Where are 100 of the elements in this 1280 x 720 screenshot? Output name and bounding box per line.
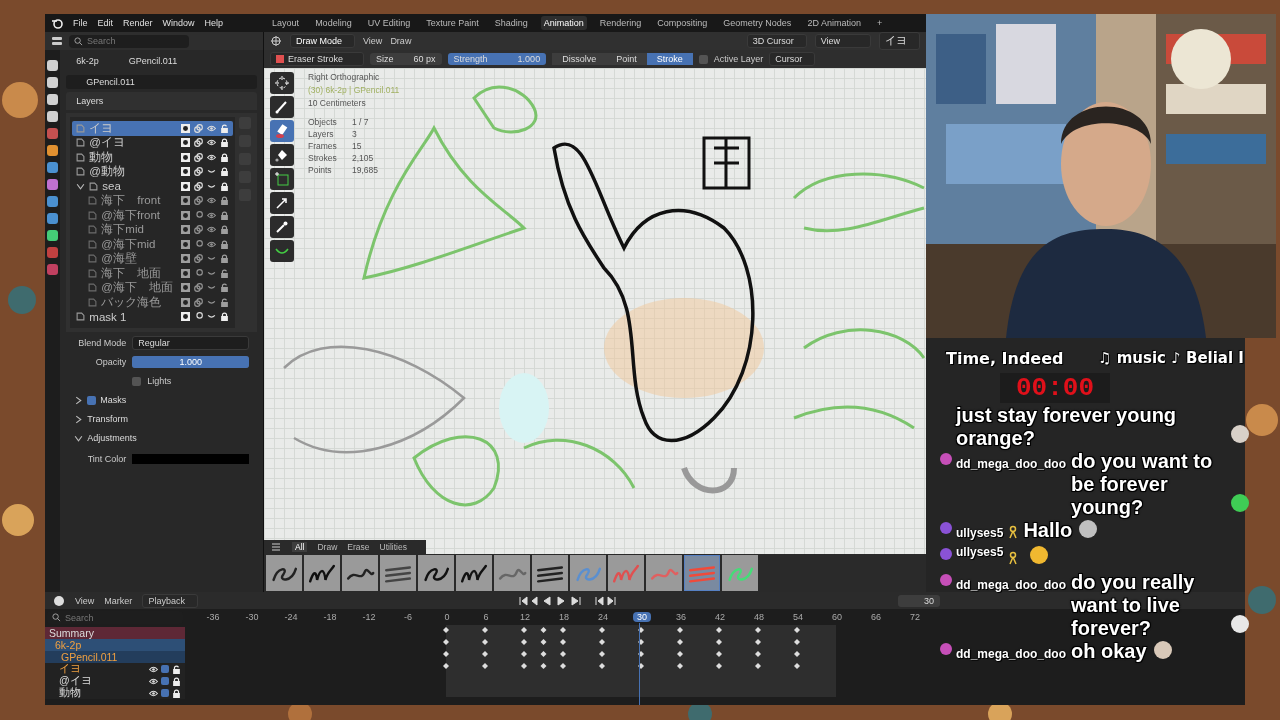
unlock-icon[interactable]: [220, 283, 229, 293]
username[interactable]: ullyses5: [956, 526, 1004, 540]
lock-icon[interactable]: [172, 676, 181, 686]
mask-icon[interactable]: [181, 152, 190, 162]
view-dropdown[interactable]: View: [814, 34, 871, 48]
brush-dropdown[interactable]: Eraser Stroke: [270, 52, 365, 66]
section-header[interactable]: Transform: [87, 414, 128, 424]
lock-icon[interactable]: [220, 167, 229, 177]
expand-icon[interactable]: [74, 395, 84, 405]
brush-thumbnail[interactable]: [608, 555, 644, 591]
shelf-tab[interactable]: Draw: [317, 542, 338, 552]
channel-row[interactable]: イヨ: [45, 663, 185, 675]
channel-row[interactable]: Summary: [45, 627, 185, 639]
mode-toggle[interactable]: Dissolve: [552, 53, 607, 65]
box-tool-icon[interactable]: [270, 168, 294, 190]
mode-toggle[interactable]: Point: [606, 53, 647, 65]
editor-type-icon[interactable]: [51, 35, 63, 47]
lock-icon[interactable]: [220, 181, 229, 191]
brush-thumbnail[interactable]: [380, 555, 416, 591]
checkbox[interactable]: [161, 677, 169, 685]
checkbox[interactable]: [132, 376, 142, 386]
properties-tab-icon[interactable]: [47, 111, 59, 122]
layer-row[interactable]: @イヨ: [72, 135, 233, 150]
menu-icon[interactable]: [270, 541, 282, 553]
eye-icon[interactable]: [207, 196, 216, 206]
mask-icon[interactable]: [181, 138, 190, 148]
onion-skin-icon[interactable]: [194, 225, 203, 235]
menu-item[interactable]: View: [75, 595, 95, 606]
transform-tool-icon[interactable]: [270, 192, 294, 214]
expand-icon[interactable]: [76, 181, 86, 191]
onion-skin-icon[interactable]: [194, 268, 203, 278]
menu-item[interactable]: Marker: [104, 595, 133, 606]
eye-icon[interactable]: [207, 225, 216, 235]
lock-icon[interactable]: [220, 312, 229, 322]
add-workspace-button[interactable]: +: [873, 16, 886, 30]
color-field[interactable]: [132, 454, 249, 464]
playback-dropdown[interactable]: Playback: [142, 593, 198, 608]
workspace-tab[interactable]: 2D Animation: [804, 16, 864, 30]
menu-item[interactable]: Window: [162, 18, 195, 28]
workspace-tab[interactable]: Shading: [491, 16, 531, 30]
brush-thumbnail[interactable]: [684, 555, 720, 591]
eye-icon[interactable]: [149, 676, 158, 686]
onion-skin-icon[interactable]: [194, 312, 203, 322]
strength-field[interactable]: Strength 1.000: [447, 53, 547, 65]
username[interactable]: ullyses5: [956, 545, 1004, 559]
section-header[interactable]: Masks: [100, 395, 127, 405]
onion-skin-icon[interactable]: [194, 196, 203, 206]
workspace-tab[interactable]: Layout: [269, 16, 303, 30]
workspace-tab[interactable]: Geometry Nodes: [720, 16, 795, 30]
mask-icon[interactable]: [181, 196, 190, 206]
mask-icon[interactable]: [181, 123, 190, 133]
layer-row[interactable]: @海下 地面: [72, 280, 233, 295]
checkbox[interactable]: [161, 689, 169, 697]
layer-row[interactable]: 海下mid: [72, 222, 233, 237]
properties-tab-icon[interactable]: [47, 162, 59, 173]
onion-skin-icon[interactable]: [194, 167, 203, 177]
unlock-icon[interactable]: [220, 268, 229, 278]
layer-row[interactable]: sea: [72, 179, 233, 194]
channel-row[interactable]: 6k-2p: [45, 639, 185, 651]
curve-tool-icon[interactable]: [270, 240, 294, 262]
mask-icon[interactable]: [181, 239, 190, 249]
lock-icon[interactable]: [220, 196, 229, 206]
size-field[interactable]: Size 60 px: [370, 53, 442, 65]
channel-row[interactable]: 動物: [45, 687, 185, 699]
lock-icon[interactable]: [220, 152, 229, 162]
brush-thumbnail[interactable]: [456, 555, 492, 591]
menu-item[interactable]: File: [73, 18, 88, 28]
brush-thumbnail[interactable]: [494, 555, 530, 591]
layer-row[interactable]: @海下mid: [72, 237, 233, 252]
draw-tool-icon[interactable]: [270, 96, 294, 118]
properties-tab-icon[interactable]: [47, 213, 59, 224]
layer-row[interactable]: 動物: [72, 150, 233, 165]
mask-icon[interactable]: [181, 268, 190, 278]
channel-row[interactable]: GPencil.011: [45, 651, 185, 663]
mask-icon[interactable]: [181, 297, 190, 307]
shelf-tab[interactable]: All: [292, 542, 308, 552]
lock-icon[interactable]: [220, 239, 229, 249]
mode-dropdown[interactable]: Draw Mode: [290, 34, 355, 48]
layer-row[interactable]: 海下 front: [72, 193, 233, 208]
logo-icon[interactable]: [51, 17, 63, 29]
workspace-tab[interactable]: Animation: [540, 16, 587, 30]
mask-icon[interactable]: [181, 210, 190, 220]
onion-skin-icon[interactable]: [194, 181, 203, 191]
properties-tab-icon[interactable]: [47, 145, 59, 156]
opacity-slider[interactable]: 1.000: [132, 356, 249, 368]
eye-icon[interactable]: [207, 138, 216, 148]
mask-icon[interactable]: [181, 312, 190, 322]
lock-icon[interactable]: [172, 688, 181, 698]
mask-icon[interactable]: [181, 225, 190, 235]
pivot-dropdown[interactable]: 3D Cursor: [746, 34, 807, 48]
brush-thumbnail[interactable]: [532, 555, 568, 591]
blend-mode-dropdown[interactable]: Regular: [132, 336, 249, 350]
workspace-tab[interactable]: Rendering: [596, 16, 645, 30]
layer-row[interactable]: 海下 地面: [72, 266, 233, 281]
erase-tool-icon[interactable]: [270, 120, 294, 142]
brush-thumbnail[interactable]: [570, 555, 606, 591]
properties-tab-icon[interactable]: [47, 60, 59, 71]
layer-row[interactable]: バック海色: [72, 295, 233, 310]
editor-type-icon[interactable]: [270, 35, 282, 47]
menu-item[interactable]: Edit: [97, 18, 114, 28]
